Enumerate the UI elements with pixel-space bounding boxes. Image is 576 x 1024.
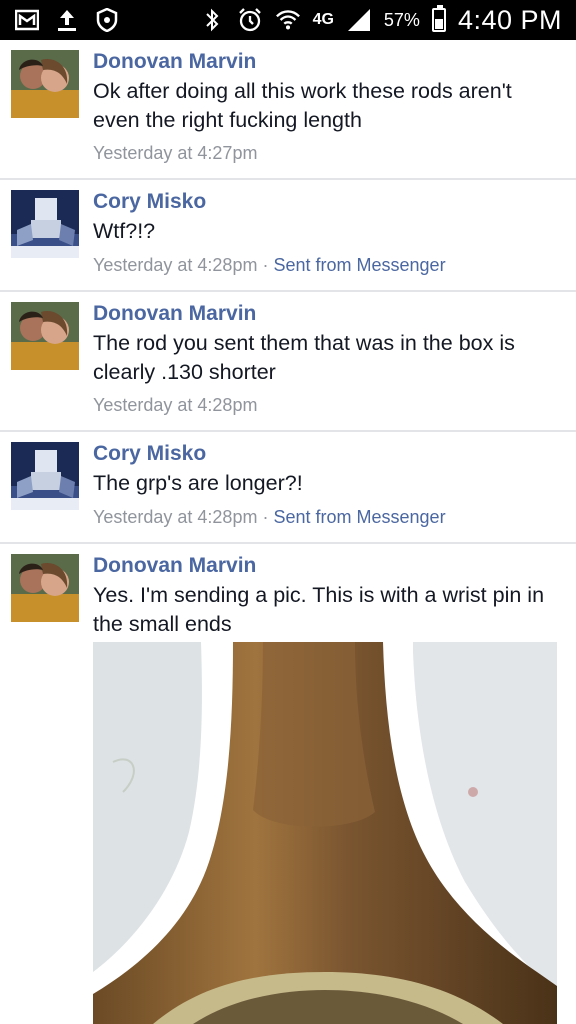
comment-item: Cory Misko The grp's are longer?! Yester… [0, 432, 576, 544]
sent-from-messenger-link[interactable]: Sent from Messenger [273, 255, 445, 275]
comment-timestamp[interactable]: Yesterday at 4:28pm [93, 507, 257, 527]
comment-text-line: Yes. I'm sending a pic. This is with a w… [93, 583, 545, 607]
meta-separator: · [262, 507, 269, 527]
comment-author[interactable]: Cory Misko [93, 442, 206, 466]
signal-icon [346, 7, 372, 33]
comment-author[interactable]: Donovan Marvin [93, 554, 256, 578]
comment-text-line: The grp's are longer?! [93, 471, 303, 495]
avatar[interactable] [11, 442, 79, 510]
battery-percent: 57% [383, 9, 420, 30]
comment-item: Donovan Marvin The rod you sent them tha… [0, 292, 576, 432]
comment-meta: Yesterday at 4:27pm [93, 143, 257, 164]
sent-from-messenger-link[interactable]: Sent from Messenger [273, 507, 445, 527]
comment-item: Cory Misko Wtf?!? Yesterday at 4:28pm · … [0, 180, 576, 292]
comment-text-line: the small ends [93, 612, 232, 636]
alarm-icon [237, 7, 263, 33]
comment-photo[interactable] [93, 642, 557, 1024]
comment-author[interactable]: Donovan Marvin [93, 50, 256, 74]
comment-timestamp[interactable]: Yesterday at 4:28pm [93, 255, 257, 275]
comment-text: Yes. I'm sending a pic. This is with a w… [93, 581, 567, 639]
avatar[interactable] [11, 554, 79, 622]
comment-text-line: clearly .130 shorter [93, 360, 276, 384]
comment-text: Wtf?!? [93, 217, 567, 246]
comment-text-line: Wtf?!? [93, 219, 156, 243]
comment-author[interactable]: Donovan Marvin [93, 302, 256, 326]
avatar[interactable] [11, 50, 79, 118]
comment-item: Donovan Marvin Ok after doing all this w… [0, 40, 576, 180]
comment-text-line: even the right fucking length [93, 108, 362, 132]
gmail-icon [14, 7, 40, 33]
bluetooth-icon [199, 7, 225, 33]
comment-text: Ok after doing all this work these rods … [93, 77, 567, 135]
avatar[interactable] [11, 190, 79, 258]
comment-text-line: Ok after doing all this work these rods … [93, 79, 512, 103]
comment-meta: Yesterday at 4:28pm · Sent from Messenge… [93, 255, 446, 276]
clock: 4:40 PM [457, 4, 562, 35]
comment-text-line: The rod you sent them that was in the bo… [93, 331, 515, 355]
comment-meta: Yesterday at 4:28pm · Sent from Messenge… [93, 507, 446, 528]
comment-timestamp[interactable]: Yesterday at 4:27pm [93, 143, 257, 163]
shield-icon [94, 7, 120, 33]
upload-icon [54, 7, 80, 33]
battery-icon [431, 5, 446, 32]
comment-author[interactable]: Cory Misko [93, 190, 206, 214]
comment-text: The rod you sent them that was in the bo… [93, 329, 567, 387]
network-4g-icon: 4G [312, 11, 334, 28]
connecting-rod-photo [93, 642, 557, 1024]
wifi-icon [275, 7, 301, 33]
meta-separator: · [262, 255, 269, 275]
comment-timestamp[interactable]: Yesterday at 4:28pm [93, 395, 257, 415]
comment-meta: Yesterday at 4:28pm [93, 395, 257, 416]
comment-text: The grp's are longer?! [93, 469, 567, 498]
status-bar: 4G 57% 4:40 PM [0, 0, 576, 40]
avatar[interactable] [11, 302, 79, 370]
